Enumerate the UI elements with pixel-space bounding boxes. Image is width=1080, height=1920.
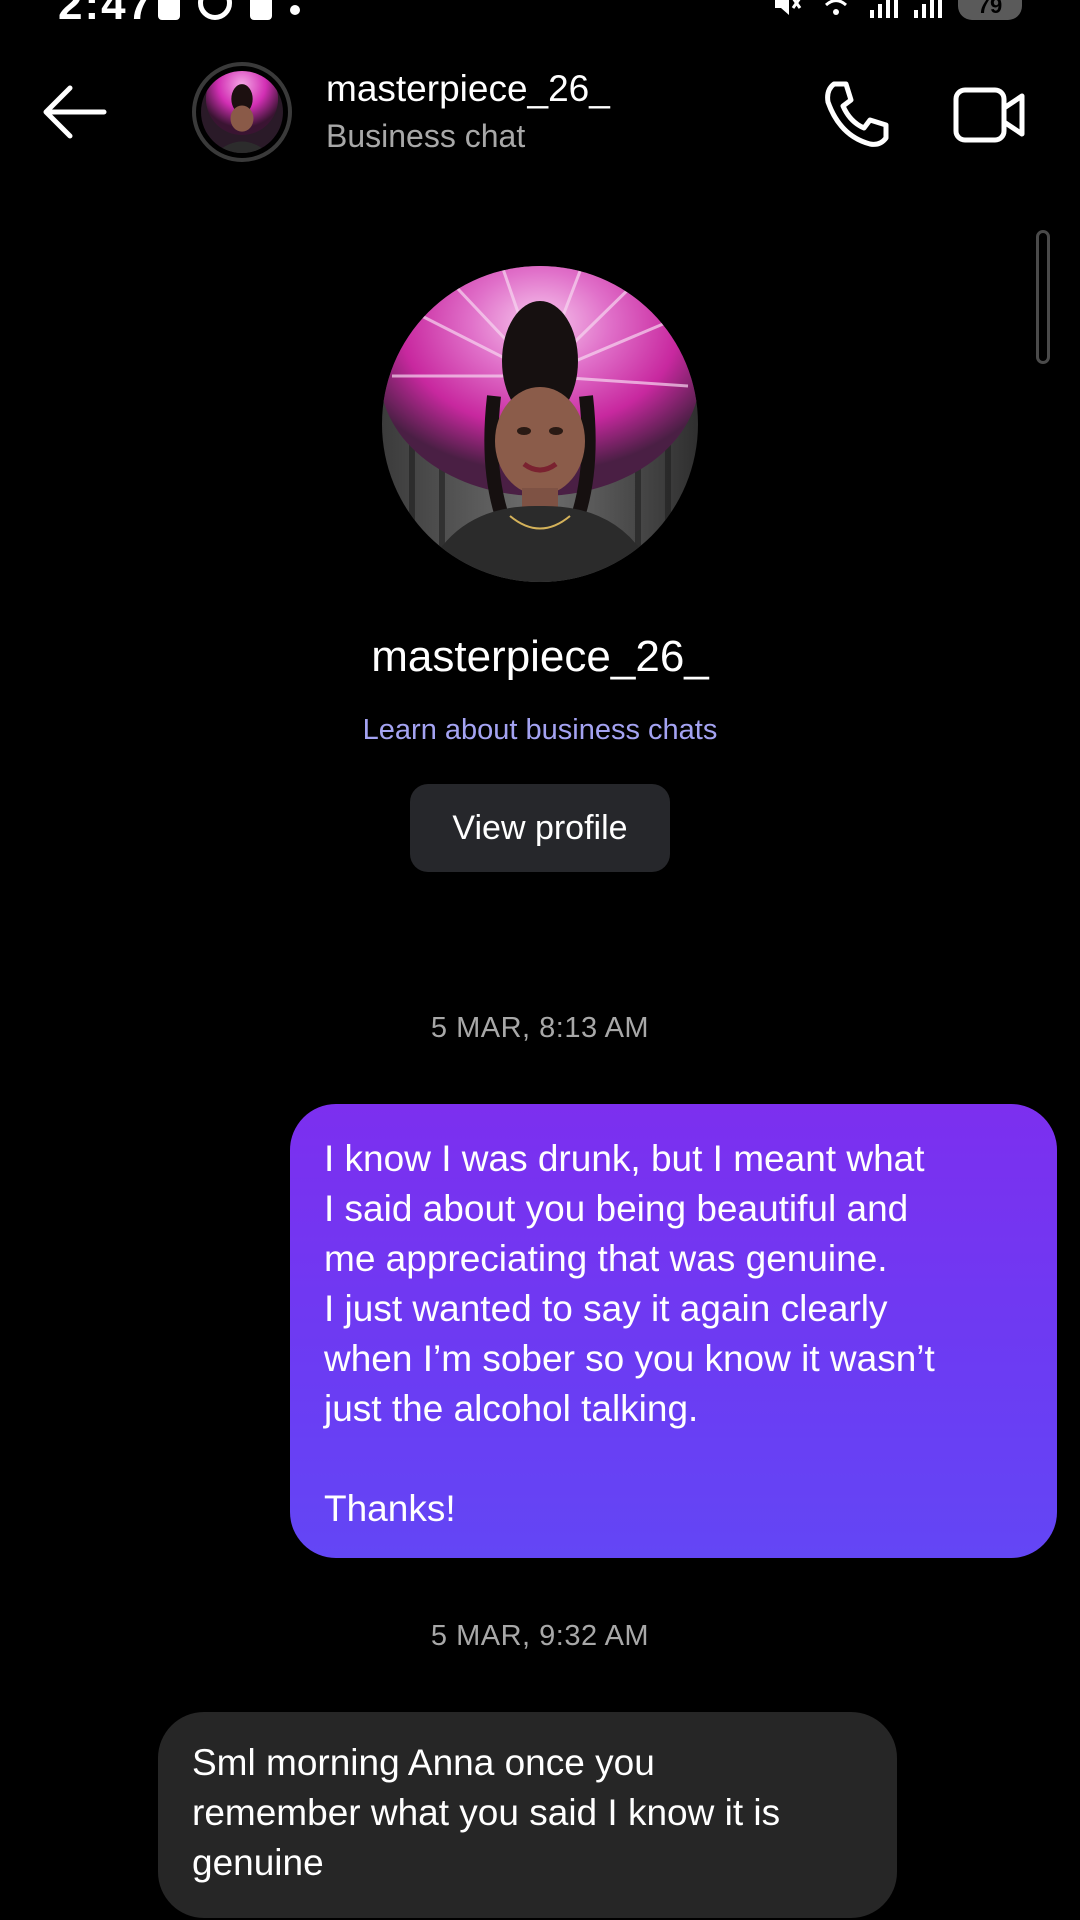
battery-icon: 79: [958, 0, 1022, 20]
scrollbar[interactable]: [1036, 230, 1050, 364]
learn-business-chats-link[interactable]: Learn about business chats: [0, 714, 1080, 747]
header-subtitle: Business chat: [326, 118, 526, 154]
header-avatar[interactable]: [192, 62, 292, 162]
view-profile-button[interactable]: View profile: [410, 784, 670, 872]
profile-photo[interactable]: [382, 266, 698, 582]
notification-icon: [158, 0, 180, 20]
notification-icons: [158, 0, 300, 20]
video-camera-icon[interactable]: [952, 84, 1026, 146]
chat-header: masterpiece_26_ Business chat: [0, 50, 1080, 178]
message-timestamp: 5 MAR, 8:13 AM: [430, 1012, 650, 1044]
wifi-icon: [824, 0, 848, 15]
mute-icon: [775, 0, 802, 15]
signal-icon: [870, 0, 898, 18]
more-notifications-icon: [290, 5, 300, 15]
phone-icon[interactable]: [820, 78, 892, 150]
profile-username: masterpiece_26_: [371, 632, 709, 681]
message-timestamp: 5 MAR, 9:32 AM: [430, 1620, 650, 1652]
whatsapp-icon: [198, 0, 232, 20]
chat-screen: 2:47 79 masterpiece_26_ Business chat ma…: [0, 0, 1080, 1920]
sent-message-bubble[interactable]: I know I was drunk, but I meant what I s…: [290, 1104, 1057, 1558]
avatar-image: [201, 62, 283, 153]
app-notification-icon: [250, 0, 272, 20]
profile-photo-image: [382, 266, 698, 582]
system-icons: 79: [772, 0, 1022, 20]
received-message-bubble[interactable]: Sml morning Anna once you remember what …: [158, 1712, 897, 1918]
signal-2-icon: [914, 0, 942, 18]
arrow-left-icon[interactable]: [40, 80, 110, 144]
status-bar: 2:47 79: [0, 0, 1080, 29]
header-username[interactable]: masterpiece_26_: [326, 68, 610, 110]
status-time: 2:47: [58, 0, 155, 29]
